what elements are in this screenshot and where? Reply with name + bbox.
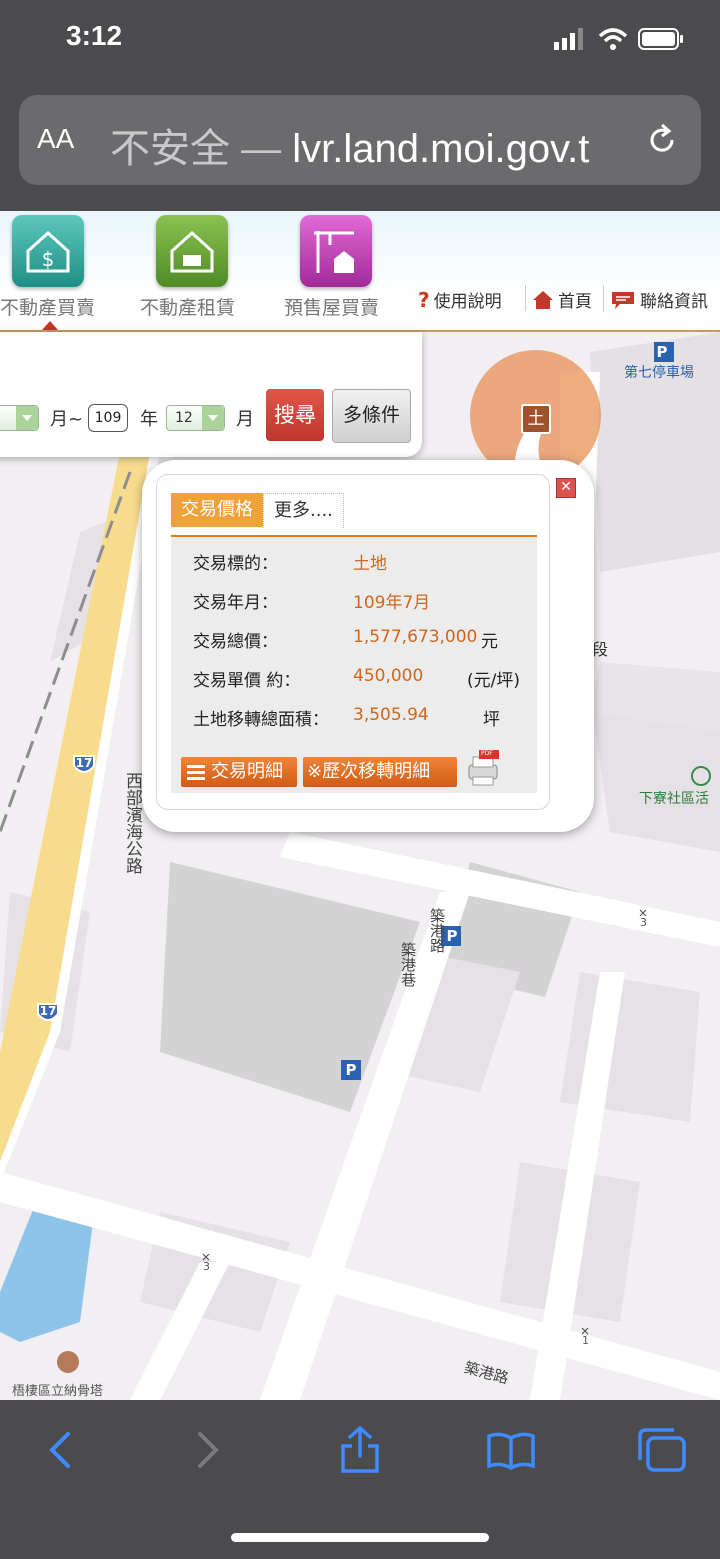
tab-transaction-price[interactable]: 交易價格 [171, 493, 263, 527]
signal-icon [554, 28, 583, 50]
url-domain: lvr.land.moi.gov.t [292, 127, 590, 171]
field-value: 土地 [353, 554, 387, 574]
nav-rent-label[interactable]: 不動產租賃 [140, 293, 235, 320]
site-header: $ 不動產買賣 不動產租賃 預售屋買賣 ? 使用說明 首頁 聯絡資訊 [0, 211, 720, 332]
month-label: 月 [236, 409, 254, 430]
divider [603, 285, 604, 311]
road-section-label: 段 [592, 640, 609, 659]
forward-icon[interactable] [194, 1430, 224, 1470]
field-value: 450,000 [353, 666, 424, 686]
transaction-popup: 交易價格 更多.... 交易標的： 土地 交易年月： 109年7月 交易總價： … [142, 460, 594, 832]
parking-lot-label: 第七停車場 [624, 365, 694, 381]
field-unit: (元/坪) [467, 671, 520, 691]
transfer-history-button[interactable]: ※歷次移轉明細 [303, 757, 457, 787]
back-icon[interactable] [44, 1430, 74, 1470]
status-icons [554, 26, 684, 52]
help-link[interactable]: ? 使用說明 [418, 287, 502, 313]
transaction-detail-label: 交易明細 [211, 761, 283, 782]
alley-label: 築港巷 [399, 942, 417, 987]
question-icon: ? [418, 287, 430, 312]
popup-details: 交易標的： 土地 交易年月： 109年7月 交易總價： 1,577,673,00… [171, 535, 537, 793]
end-year-input[interactable]: 109 [88, 404, 128, 432]
battery-icon [638, 28, 683, 50]
contact-link-label: 聯絡資訊 [640, 292, 708, 312]
popup-tabs: 交易價格 更多.... [171, 493, 344, 533]
end-month-value: 12 [175, 410, 193, 426]
field-label: 交易單價 約： [193, 671, 301, 691]
nav-rent-button[interactable] [156, 215, 228, 287]
message-icon [612, 291, 634, 309]
community-label: 下寮社區活 [639, 791, 709, 807]
route-17-shield-icon: 17 [75, 756, 93, 770]
wifi-icon [598, 28, 628, 50]
month-range-label: 月~ [50, 409, 84, 430]
start-month-select[interactable] [0, 405, 39, 431]
print-pdf-icon[interactable]: PDF [461, 749, 501, 789]
nav-presale-button[interactable] [300, 215, 372, 287]
help-link-label: 使用說明 [433, 292, 502, 312]
list-icon [187, 764, 205, 780]
end-month-select[interactable]: 12 [166, 405, 225, 431]
crane-house-icon [314, 231, 354, 273]
year-label: 年 [140, 409, 158, 430]
field-unit: 坪 [483, 710, 500, 730]
tabs-icon[interactable] [636, 1426, 688, 1474]
url-text[interactable]: 不安全 — lvr.land.moi.gov.t [110, 116, 618, 174]
close-popup-button[interactable]: ✕ [556, 478, 576, 498]
field-value: 1,577,673,000 [353, 627, 478, 647]
chevron-down-icon [202, 406, 224, 430]
field-label: 交易標的： [193, 554, 278, 574]
tab-more[interactable]: 更多.... [263, 493, 344, 528]
text-size-button[interactable]: AA [37, 123, 74, 155]
chevron-down-icon [16, 406, 38, 430]
status-time: 3:12 [66, 20, 123, 51]
field-value: 109年7月 [353, 593, 431, 613]
nav-buy-sell-button[interactable]: $ [12, 215, 84, 287]
land-marker-icon[interactable]: 土 [521, 404, 551, 434]
house-dollar-icon: $ [26, 230, 70, 273]
svg-text:$: $ [42, 247, 55, 271]
security-warning: 不安全 — [110, 127, 293, 171]
highway-label: 西部濱海公路 [122, 772, 142, 874]
map-number-label: 3 [203, 1260, 210, 1273]
home-link-label: 首頁 [558, 292, 592, 312]
home-indicator [231, 1533, 489, 1542]
landmark-label: 梧棲區立納骨塔 [12, 1384, 104, 1399]
home-icon [533, 290, 553, 309]
field-label: 土地移轉總面積： [193, 710, 329, 730]
transaction-detail-button[interactable]: 交易明細 [181, 757, 297, 787]
advanced-search-button[interactable]: 多條件 [332, 389, 411, 443]
pdf-label: PDF [481, 750, 493, 757]
share-icon[interactable] [338, 1424, 382, 1474]
nav-buy-sell-label[interactable]: 不動產買賣 [0, 293, 95, 320]
field-label: 交易總價： [193, 632, 278, 652]
divider [525, 285, 526, 311]
field-label: 交易年月： [193, 593, 278, 613]
nav-presale-label[interactable]: 預售屋買賣 [284, 293, 379, 320]
field-value: 3,505.94 [353, 705, 429, 725]
search-panel: 月~ 109 年 12 月 搜尋 多條件 [0, 332, 422, 457]
map-number-label: 3 [640, 916, 647, 929]
parking-icon: P [446, 927, 458, 945]
popup-card: 交易價格 更多.... 交易標的： 土地 交易年月： 109年7月 交易總價： … [156, 474, 550, 810]
parking-icon: P [656, 343, 668, 361]
reload-icon[interactable] [642, 120, 682, 160]
home-link[interactable]: 首頁 [532, 287, 592, 312]
map-number-label: 1 [582, 1334, 589, 1347]
route-17-shield-icon: 17 [39, 1004, 57, 1018]
parking-icon: P [345, 1061, 357, 1079]
bookmarks-icon[interactable] [486, 1430, 536, 1470]
house-rent-icon [170, 230, 214, 273]
contact-link[interactable]: 聯絡資訊 [610, 287, 708, 312]
search-button[interactable]: 搜尋 [266, 389, 324, 441]
active-nav-indicator [42, 321, 58, 330]
field-unit: 元 [481, 632, 498, 652]
